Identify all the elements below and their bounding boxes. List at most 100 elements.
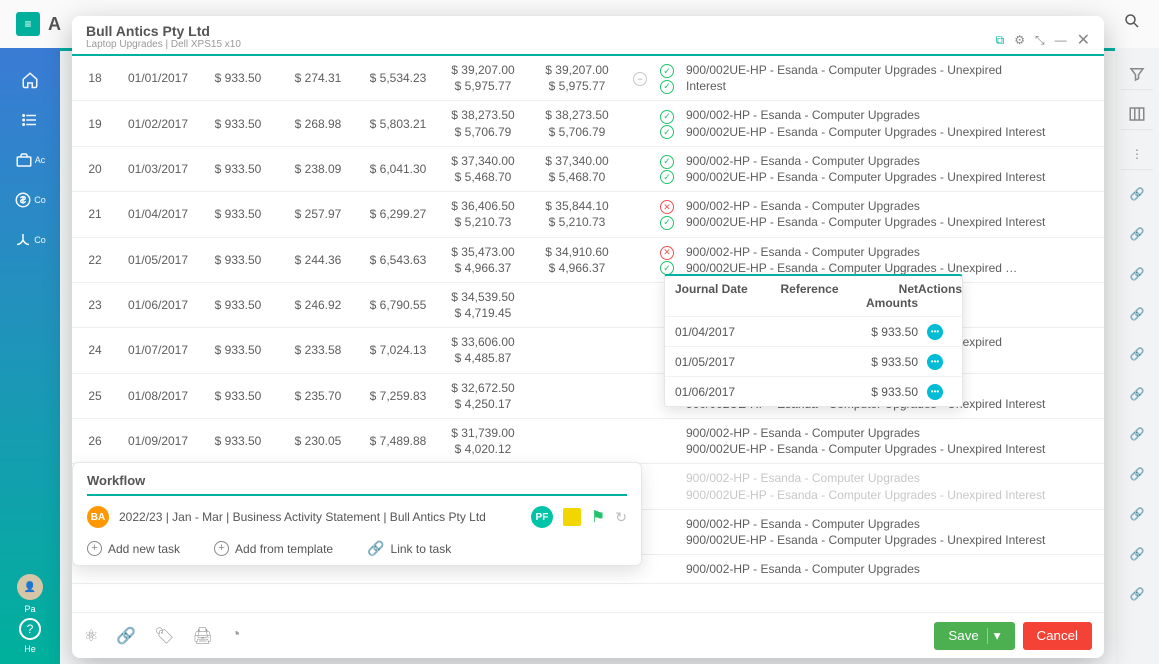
popover-row[interactable]: 01/05/2017$ 933.50••• — [665, 346, 962, 376]
row-small-status — [626, 282, 654, 327]
dollar-icon[interactable]: Co — [10, 184, 50, 216]
table-row[interactable]: 2001/03/2017$ 933.50$ 238.09$ 6,041.30$ … — [72, 146, 1104, 191]
add-from-template[interactable]: +Add from template — [214, 540, 333, 557]
flag-icon[interactable]: ⚑ — [591, 507, 605, 527]
chart-icon[interactable]: ◔ — [231, 626, 241, 646]
close-icon[interactable]: ✕ — [1077, 30, 1090, 50]
row-balance-e — [528, 282, 626, 327]
row-amount-a: $ 933.50 — [198, 419, 278, 464]
row-amount-b: $ 246.92 — [278, 282, 358, 327]
plant-icon[interactable]: Co — [10, 224, 50, 256]
popover-action-badge[interactable]: ••• — [927, 354, 943, 370]
row-amount-b: $ 235.70 — [278, 373, 358, 418]
row-balance-e — [528, 373, 626, 418]
link-icon[interactable]: 🔗 — [1121, 418, 1153, 450]
row-amount-c: $ 6,790.55 — [358, 282, 438, 327]
copy-icon[interactable]: ⧉ — [996, 33, 1005, 48]
row-amount-a: $ 933.50 — [198, 101, 278, 146]
table-row[interactable]: 1801/01/2017$ 933.50$ 274.31$ 5,534.23$ … — [72, 56, 1104, 101]
row-amount-b: $ 244.36 — [278, 237, 358, 282]
link-to-task[interactable]: 🔗Link to task — [367, 540, 451, 557]
table-row[interactable]: 1901/02/2017$ 933.50$ 268.98$ 5,803.21$ … — [72, 101, 1104, 146]
popover-action-badge[interactable]: ••• — [927, 324, 943, 340]
table-row[interactable]: 2601/09/2017$ 933.50$ 230.05$ 7,489.88$ … — [72, 419, 1104, 464]
row-amount-c: $ 6,543.63 — [358, 237, 438, 282]
row-amount-b: $ 257.97 — [278, 192, 358, 237]
row-balance-d: $ 32,672.50$ 4,250.17 — [438, 373, 528, 418]
link-icon[interactable]: 🔗 — [1121, 218, 1153, 250]
link-icon[interactable]: 🔗 — [1121, 338, 1153, 370]
popover-row[interactable]: 01/04/2017 $ 933.50 ••• — [665, 316, 962, 346]
modal-footer: ⚛ 🔗 🏷 🖨 ◔ Save▾ Cancel — [72, 612, 1104, 658]
row-amount-c: $ 6,041.30 — [358, 146, 438, 191]
avatar-label: Pa — [24, 604, 35, 614]
popover-amount: $ 933.50 — [854, 385, 918, 399]
link-icon[interactable]: 🔗 — [1121, 498, 1153, 530]
row-amount-a: $ 933.50 — [198, 146, 278, 191]
row-amount-c: $ 6,299.27 — [358, 192, 438, 237]
popover-col-actions: Actions — [918, 282, 952, 310]
workflow-line[interactable]: 2022/23 | Jan - Mar | Business Activity … — [119, 510, 521, 524]
save-button[interactable]: Save▾ — [934, 622, 1014, 650]
row-balance-d: $ 36,406.50$ 5,210.73 — [438, 192, 528, 237]
row-description: 900/002-HP - Esanda - Computer Upgrades9… — [680, 419, 1104, 464]
row-balance-d: $ 34,539.50$ 4,719.45 — [438, 282, 528, 327]
home-icon[interactable] — [10, 64, 50, 96]
row-balance-d: $ 31,739.00$ 4,020.12 — [438, 419, 528, 464]
row-status — [654, 464, 680, 509]
popover-amount: $ 933.50 — [854, 325, 918, 339]
modal-header: Bull Antics Pty Ltd Laptop Upgrades | De… — [72, 16, 1104, 56]
popover-action-badge[interactable]: ••• — [927, 384, 943, 400]
link-icon[interactable]: 🔗 — [1121, 578, 1153, 610]
help-icon[interactable]: ? — [19, 618, 41, 640]
link-icon[interactable]: 🔗 — [1121, 178, 1153, 210]
link-icon[interactable]: 🔗 — [116, 626, 136, 646]
save-dropdown-icon[interactable]: ▾ — [987, 628, 1001, 644]
row-description: 900/002-HP - Esanda - Computer Upgrades9… — [680, 192, 1104, 237]
row-balance-d: $ 37,340.00$ 5,468.70 — [438, 146, 528, 191]
collapse-icon[interactable]: ⤡ — [1035, 33, 1045, 48]
popover-date: 01/04/2017 — [675, 325, 765, 339]
add-new-task[interactable]: +Add new task — [87, 540, 180, 557]
popover-amount: $ 933.50 — [854, 355, 918, 369]
row-amount-b: $ 274.31 — [278, 56, 358, 101]
more-icon[interactable]: ⋮ — [1121, 138, 1153, 170]
filter-icon[interactable] — [1121, 58, 1153, 90]
row-amount-a: $ 933.50 — [198, 328, 278, 373]
link-icon[interactable]: 🔗 — [1121, 538, 1153, 570]
row-amount-b: $ 268.98 — [278, 101, 358, 146]
refresh-icon[interactable]: ↻ — [615, 509, 627, 526]
avatar[interactable]: 👤 — [17, 574, 43, 600]
row-date: 01/04/2017 — [118, 192, 198, 237]
row-balance-e: $ 35,844.10$ 5,210.73 — [528, 192, 626, 237]
row-amount-a: $ 933.50 — [198, 373, 278, 418]
list-icon[interactable] — [10, 104, 50, 136]
link-icon[interactable]: 🔗 — [1121, 458, 1153, 490]
briefcase-icon[interactable]: Ac — [10, 144, 50, 176]
row-amount-b: $ 230.05 — [278, 419, 358, 464]
modal-subtitle: Laptop Upgrades | Dell XPS15 x10 — [86, 39, 241, 50]
tag-icon[interactable]: 🏷 — [154, 626, 174, 646]
row-description: 900/002-HP - Esanda - Computer Upgrades9… — [680, 101, 1104, 146]
row-amount-c: $ 5,534.23 — [358, 56, 438, 101]
row-amount-c: $ 7,024.13 — [358, 328, 438, 373]
left-nav: Ac Co Co 👤 Pa ? He — [0, 48, 60, 664]
row-index: 23 — [72, 282, 118, 327]
cancel-button[interactable]: Cancel — [1023, 622, 1093, 650]
pf-badge[interactable]: PF — [531, 506, 553, 528]
minimize-icon[interactable]: — — [1055, 33, 1067, 47]
link-icon[interactable]: 🔗 — [1121, 298, 1153, 330]
popover-row[interactable]: 01/06/2017$ 933.50••• — [665, 376, 962, 406]
share-icon[interactable]: ⚛ — [84, 626, 98, 646]
gear-icon[interactable]: ⚙ — [1014, 33, 1025, 47]
link-icon[interactable]: 🔗 — [1121, 378, 1153, 410]
columns-icon[interactable] — [1121, 98, 1153, 130]
table-row[interactable]: 2101/04/2017$ 933.50$ 257.97$ 6,299.27$ … — [72, 192, 1104, 237]
row-index: 22 — [72, 237, 118, 282]
link-icon[interactable]: 🔗 — [1121, 258, 1153, 290]
status-square[interactable] — [563, 508, 581, 526]
row-balance-e — [528, 328, 626, 373]
print-icon[interactable]: 🖨 — [193, 626, 213, 646]
row-index: 21 — [72, 192, 118, 237]
search-icon[interactable] — [1123, 12, 1141, 33]
